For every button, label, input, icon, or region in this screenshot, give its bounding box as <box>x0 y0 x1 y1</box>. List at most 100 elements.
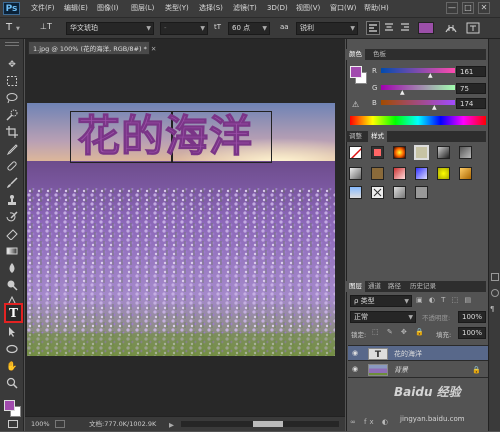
slider-thumb-icon[interactable]: ▲ <box>432 104 437 111</box>
menu-view[interactable]: 视图(V) <box>296 3 320 14</box>
quick-select-tool-icon[interactable] <box>4 109 20 123</box>
style-swatch[interactable] <box>393 186 406 199</box>
type-tool-preset-icon[interactable]: T <box>6 22 12 33</box>
blue-value-input[interactable]: 174 <box>456 98 486 109</box>
text-color-swatch[interactable] <box>418 22 434 34</box>
green-value-input[interactable]: 75 <box>456 83 486 94</box>
zoom-tool-icon[interactable] <box>4 377 20 391</box>
document-tab[interactable]: 1.jpg @ 100% (花的海洋, RGB/8#) * ✕ <box>28 41 156 55</box>
zoom-level[interactable]: 100% <box>31 417 50 431</box>
layer-name[interactable]: 背景 <box>394 362 408 378</box>
status-menu-arrow-icon[interactable]: ▶ <box>169 418 174 432</box>
panel-icon[interactable] <box>491 289 499 297</box>
style-swatch[interactable] <box>459 146 472 159</box>
color-panel-foreground-swatch[interactable] <box>350 66 362 78</box>
menu-help[interactable]: 帮助(H) <box>364 3 389 14</box>
tab-channels[interactable]: 通道 <box>365 281 384 292</box>
style-swatch[interactable] <box>415 167 428 180</box>
menu-3d[interactable]: 3D(D) <box>267 3 288 14</box>
tab-styles[interactable]: 样式 <box>368 131 387 142</box>
layer-row-text[interactable]: ◉ T 花的海洋 <box>348 345 488 361</box>
green-slider[interactable] <box>381 85 455 90</box>
red-slider[interactable] <box>381 68 455 73</box>
menu-file[interactable]: 文件(F) <box>31 3 55 14</box>
menu-window[interactable]: 窗口(W) <box>330 3 356 14</box>
move-tool-icon[interactable]: ✥ <box>4 58 20 72</box>
style-swatch[interactable] <box>371 186 384 199</box>
gradient-tool-icon[interactable] <box>4 245 20 259</box>
tab-paths[interactable]: 路径 <box>385 281 404 292</box>
scrollbar-thumb[interactable] <box>253 421 283 427</box>
blue-slider[interactable] <box>381 100 455 105</box>
layer-row-background[interactable]: ◉ 背景 🔒 <box>348 362 488 378</box>
type-tool-icon[interactable]: T <box>4 303 23 323</box>
layer-footer-icons[interactable]: ∞ fx ◐ <box>350 418 400 428</box>
red-value-input[interactable]: 161 <box>456 66 486 77</box>
menu-edit[interactable]: 编辑(E) <box>64 3 88 14</box>
blur-tool-icon[interactable] <box>4 262 20 276</box>
font-size-select[interactable]: 60 点 ▼ <box>228 22 270 35</box>
healing-brush-tool-icon[interactable] <box>4 160 20 174</box>
menu-type[interactable]: 类型(Y) <box>165 3 189 14</box>
history-brush-tool-icon[interactable] <box>4 211 20 225</box>
path-selection-tool-icon[interactable] <box>4 326 20 340</box>
horizontal-scrollbar[interactable] <box>181 421 339 427</box>
layer-filter-icons[interactable]: ▣ ◐ T ⬚ ▤ <box>416 296 486 306</box>
style-swatch[interactable] <box>459 167 472 180</box>
menu-layer[interactable]: 图层(L) <box>131 3 154 14</box>
opacity-input[interactable]: 100% <box>458 311 486 323</box>
shape-tool-icon[interactable] <box>4 343 20 357</box>
style-swatch[interactable] <box>349 167 362 180</box>
style-swatch[interactable] <box>371 146 384 159</box>
font-style-select[interactable]: - ▼ <box>160 22 208 35</box>
style-swatch[interactable] <box>349 146 362 159</box>
font-family-select[interactable]: 华文琥珀 ▼ <box>66 22 154 35</box>
style-swatch[interactable] <box>437 167 450 180</box>
clone-stamp-tool-icon[interactable] <box>4 194 20 208</box>
antialias-select[interactable]: 锐利 ▼ <box>296 22 358 35</box>
brush-tool-icon[interactable] <box>4 177 20 191</box>
menu-select[interactable]: 选择(S) <box>199 3 223 14</box>
style-swatch[interactable] <box>349 186 362 199</box>
layer-name[interactable]: 花的海洋 <box>394 346 422 362</box>
foreground-color-swatch[interactable] <box>4 400 15 411</box>
slider-thumb-icon[interactable]: ▲ <box>428 72 433 79</box>
style-swatch[interactable] <box>371 167 384 180</box>
menu-image[interactable]: 图像(I) <box>97 3 119 14</box>
eye-icon[interactable]: ◉ <box>352 365 361 374</box>
chevron-down-icon[interactable]: ▼ <box>16 26 20 32</box>
dodge-tool-icon[interactable] <box>4 279 20 293</box>
style-swatch[interactable] <box>437 146 450 159</box>
style-swatch[interactable] <box>393 146 406 159</box>
text-orientation-icon[interactable]: ⊥T <box>40 22 52 31</box>
color-spectrum-bar[interactable] <box>350 116 486 125</box>
align-right-button[interactable] <box>399 21 413 35</box>
maximize-button[interactable]: □ <box>462 2 474 14</box>
eyedropper-tool-icon[interactable] <box>4 143 20 157</box>
eye-icon[interactable]: ◉ <box>352 349 361 358</box>
minimize-button[interactable]: — <box>446 2 458 14</box>
warp-text-icon[interactable] <box>444 21 458 35</box>
lasso-tool-icon[interactable] <box>4 92 20 106</box>
crop-tool-icon[interactable] <box>4 126 20 140</box>
eraser-tool-icon[interactable] <box>4 228 20 242</box>
style-swatch[interactable] <box>393 167 406 180</box>
slider-thumb-icon[interactable]: ▲ <box>400 89 405 96</box>
tab-swatches[interactable]: 色板 <box>370 49 389 60</box>
style-swatch[interactable] <box>414 145 429 160</box>
tab-adjustments[interactable]: 调整 <box>346 131 365 142</box>
fill-input[interactable]: 100% <box>458 327 486 339</box>
panel-icon[interactable] <box>491 273 499 281</box>
tab-history[interactable]: 历史记录 <box>407 281 439 292</box>
hand-tool-icon[interactable]: ✋ <box>4 360 20 374</box>
character-panel-icon[interactable] <box>466 21 480 35</box>
tab-layers[interactable]: 图层 <box>346 281 365 292</box>
tab-color[interactable]: 颜色 <box>346 49 365 60</box>
blend-mode-select[interactable]: 正常 ▼ <box>350 311 416 323</box>
layer-filter-kind-select[interactable]: ρ 类型 ▼ <box>350 295 412 307</box>
style-swatch[interactable] <box>415 186 428 199</box>
lock-icons[interactable]: ⬚ ✎ ✥ 🔒 <box>372 328 432 338</box>
quick-mask-icon[interactable] <box>8 420 18 428</box>
close-button[interactable]: ✕ <box>478 2 490 14</box>
align-center-button[interactable] <box>383 21 397 35</box>
